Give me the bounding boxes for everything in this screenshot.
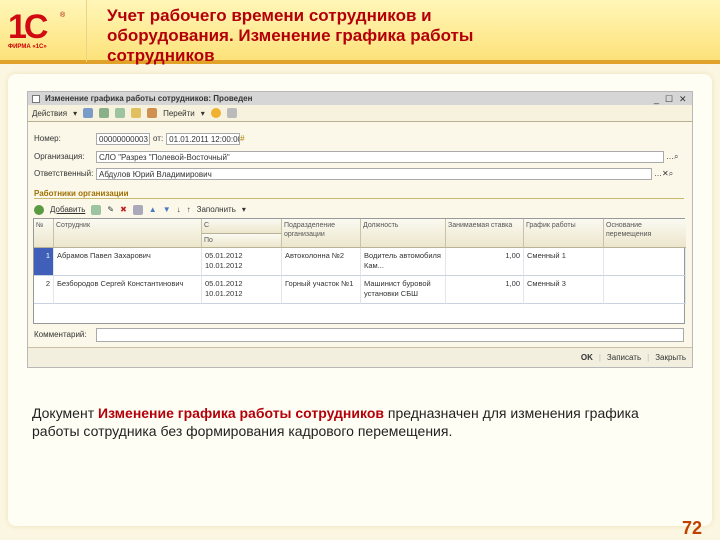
window-titlebar: Изменение графика работы сотрудников: Пр… <box>28 92 692 105</box>
bottom-bar: OK | Записать | Закрыть <box>28 347 692 367</box>
cell-basis[interactable] <box>604 276 686 304</box>
post-icon[interactable] <box>83 108 94 118</box>
chevron-down-icon: ▾ <box>73 108 78 118</box>
cell-employee[interactable]: Абрамов Павел Захарович <box>54 248 202 276</box>
logo-1c: 1С ® ФИРМА «1С» <box>8 8 65 58</box>
slide-header: 1С ® ФИРМА «1С» Учет рабочего времени со… <box>0 0 720 65</box>
table-toolbar: Добавить ✎ ✖ ▲ ▼ ↓ ↑ Заполнить ▾ <box>34 203 246 216</box>
list-icon[interactable] <box>226 108 237 118</box>
cell-schedule[interactable]: Сменный 1 <box>524 248 604 276</box>
org-field[interactable]: СЛО "Разрез "Полевой-Восточный" <box>96 150 664 163</box>
document-icon <box>32 94 40 103</box>
cell-n[interactable]: 1 <box>34 248 54 276</box>
col-rate[interactable]: Занимаемая ставка <box>446 219 524 248</box>
col-basis[interactable]: Основание перемещения <box>604 219 686 248</box>
logo-sub: ФИРМА «1С» <box>8 44 47 50</box>
help-icon[interactable] <box>210 108 221 118</box>
resp-label: Ответственный: <box>34 169 94 178</box>
desc-doc-name: Изменение графика работы сотрудников <box>98 405 384 421</box>
description: Документ Изменение графика работы сотруд… <box>32 404 682 440</box>
fill-menu[interactable]: Заполнить <box>197 205 236 214</box>
logo-mark: 1С <box>8 8 48 46</box>
edit-icon[interactable]: ✎ <box>107 205 114 214</box>
cell-employee[interactable]: Безбородов Сергей Константинович <box>54 276 202 304</box>
move-up-icon[interactable]: ▲ <box>149 205 157 214</box>
resp-row: Ответственный: Абдулов Юрий Владимирович… <box>34 167 673 180</box>
select-icon[interactable]: …⌕ <box>666 152 678 162</box>
comment-field[interactable] <box>96 327 684 342</box>
number-row: Номер: 00000000003 от: 01.01.2011 12:00:… <box>34 132 245 145</box>
org-label: Организация: <box>34 152 85 161</box>
slide-title: Учет рабочего времени сотрудников и обор… <box>107 6 474 65</box>
sort-asc-icon[interactable]: ↓ <box>177 205 181 214</box>
desc-text: Документ <box>32 405 98 421</box>
main-toolbar: Действия ▾ Перейти ▾ <box>28 105 692 122</box>
col-number[interactable]: № <box>34 219 54 248</box>
page-number: 72 <box>681 518 702 538</box>
movements-icon[interactable] <box>147 108 158 118</box>
move-down-icon[interactable]: ▼ <box>163 205 171 214</box>
cell-position[interactable]: Машинист буровой установки СБШ <box>361 276 446 304</box>
chevron-down-icon: ▾ <box>200 108 205 118</box>
end-edit-icon[interactable] <box>132 204 143 215</box>
save-button[interactable]: Записать <box>607 353 641 362</box>
col-to[interactable]: По <box>202 234 282 248</box>
comment-row: Комментарий: <box>34 327 684 342</box>
col-from[interactable]: С <box>202 219 282 234</box>
calendar-icon[interactable]: # <box>240 134 244 143</box>
refresh-icon[interactable] <box>99 108 110 118</box>
maximize-icon[interactable]: ☐ <box>665 94 673 105</box>
cell-rate[interactable]: 1,00 <box>446 248 524 276</box>
cell-from-date: 05.01.2012 <box>205 279 243 288</box>
resp-field[interactable]: Абдулов Юрий Владимирович <box>96 167 652 180</box>
org-row: Организация: СЛО "Разрез "Полевой-Восточ… <box>34 150 678 163</box>
delete-icon[interactable]: ✖ <box>120 205 127 214</box>
registered-icon: ® <box>60 12 66 19</box>
cell-from[interactable]: 05.01.2012 10.01.2012 <box>202 276 282 304</box>
employees-table: № Сотрудник С По Подразделение организац… <box>33 218 686 324</box>
cell-from[interactable]: 05.01.2012 10.01.2012 <box>202 248 282 276</box>
from-label: от: <box>153 134 164 143</box>
cell-from-date: 05.01.2012 <box>205 251 243 260</box>
add-button[interactable]: Добавить <box>50 205 85 214</box>
cell-position[interactable]: Водитель автомобиля Кам... <box>361 248 446 276</box>
comment-label: Комментарий: <box>34 330 87 339</box>
number-label: Номер: <box>34 134 61 143</box>
minimize-icon[interactable]: _ <box>654 94 659 104</box>
number-field[interactable]: 00000000003 <box>96 132 150 145</box>
close-button[interactable]: Закрыть <box>655 353 686 362</box>
cell-dept[interactable]: Горный участок №1 <box>282 276 361 304</box>
cell-to-date: 10.01.2012 <box>205 261 243 270</box>
copy-row-icon[interactable] <box>91 204 102 215</box>
sort-desc-icon[interactable]: ↑ <box>187 205 191 214</box>
cell-dept[interactable]: Автоколонна №2 <box>282 248 361 276</box>
goto-menu[interactable]: Перейти <box>163 109 195 118</box>
ok-button[interactable]: OK <box>581 353 593 362</box>
chevron-down-icon: ▾ <box>241 205 246 214</box>
close-icon[interactable]: ✕ <box>679 94 687 105</box>
document-window: Изменение графика работы сотрудников: Пр… <box>27 91 693 368</box>
col-position[interactable]: Должность <box>361 219 446 248</box>
cell-basis[interactable] <box>604 248 686 276</box>
structure-icon[interactable] <box>131 108 142 118</box>
cell-schedule[interactable]: Сменный 3 <box>524 276 604 304</box>
cell-rate[interactable]: 1,00 <box>446 276 524 304</box>
clear-select-icon[interactable]: …✕⌕ <box>654 169 673 179</box>
col-schedule[interactable]: График работы <box>524 219 604 248</box>
copy-icon[interactable] <box>115 108 126 118</box>
col-employee[interactable]: Сотрудник <box>54 219 202 248</box>
actions-menu[interactable]: Действия <box>32 109 67 118</box>
add-icon <box>34 204 44 215</box>
divider <box>86 0 87 62</box>
col-dept[interactable]: Подразделение организации <box>282 219 361 248</box>
cell-n[interactable]: 2 <box>34 276 54 304</box>
window-title: Изменение графика работы сотрудников: Пр… <box>45 94 253 103</box>
section-title: Работники организации <box>34 189 684 199</box>
date-field[interactable]: 01.01.2011 12:00:00 <box>166 132 241 145</box>
cell-to-date: 10.01.2012 <box>205 289 243 298</box>
